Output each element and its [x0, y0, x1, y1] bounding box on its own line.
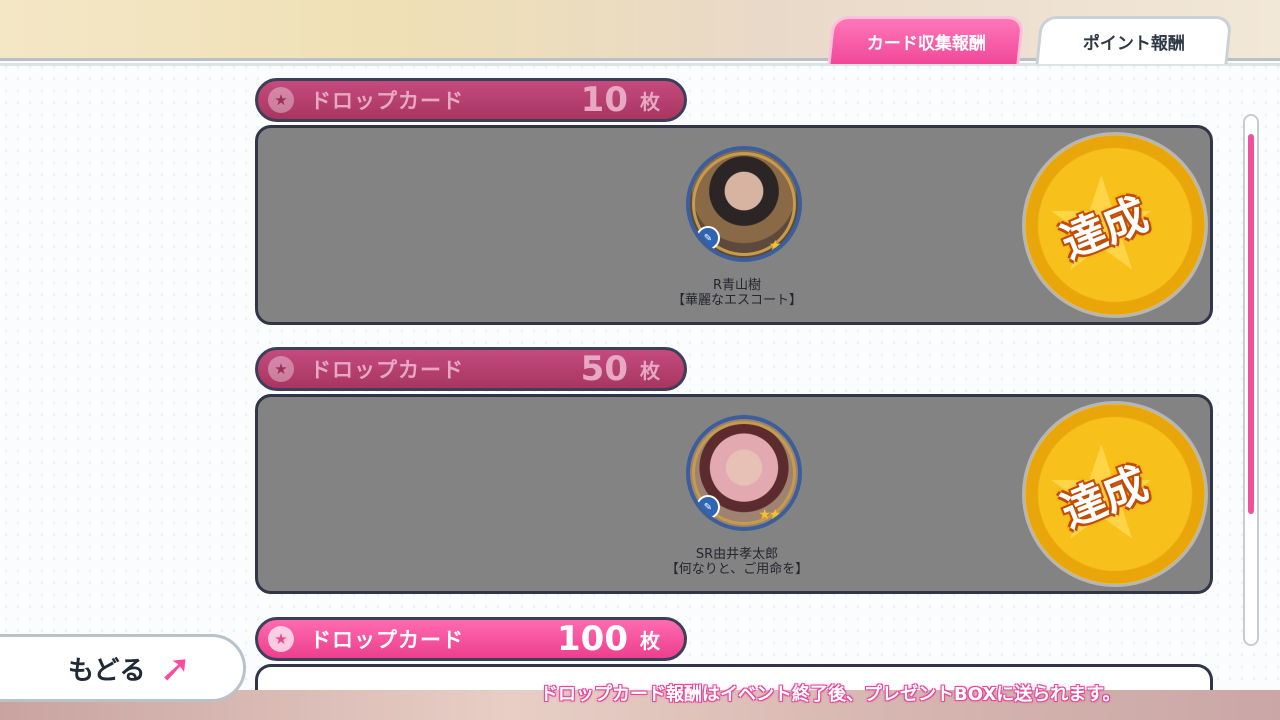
back-button-label: もどる — [68, 655, 146, 686]
section-unit: 枚 — [640, 89, 660, 114]
tab-label: カード収集報酬 — [866, 34, 986, 54]
card-avatar[interactable]: ✎ ★★ — [686, 146, 802, 262]
section-header-100: ★ ドロップカード 100 枚 — [255, 617, 687, 661]
attribute-icon: ✎ — [696, 226, 720, 250]
section-unit: 枚 — [640, 628, 660, 653]
section-header-10: ★ ドロップカード 10 枚 — [255, 78, 687, 122]
star-icon: ★ — [268, 87, 294, 113]
section-count: 50 — [580, 349, 628, 389]
rarity-stars-icon: ★★★ — [758, 507, 792, 523]
star-icon: ★ — [268, 626, 294, 652]
scrollbar-thumb[interactable] — [1248, 134, 1254, 514]
attribute-icon: ✎ — [696, 495, 720, 519]
curved-arrow-icon: ➚ — [159, 646, 192, 690]
notice-text: ドロップカード報酬はイベント終了後、プレゼントBOXに送られます。 — [540, 684, 1121, 705]
card-avatar[interactable]: ✎ ★★★ — [686, 415, 802, 531]
tab-label: ポイント報酬 — [1082, 34, 1185, 54]
section-title: ドロップカード — [310, 89, 464, 113]
section-unit: 枚 — [640, 358, 660, 383]
back-button[interactable]: もどる ➚ — [0, 634, 246, 702]
reward-card-50: ✎ ★★★ SR由井孝太郎 【何なりと、ご用命を】 ★ 達成 — [255, 394, 1213, 594]
section-title: ドロップカード — [310, 358, 464, 382]
achieved-badge: ★ 達成 — [1022, 132, 1208, 318]
tab-card-collect-reward[interactable]: カード収集報酬 — [827, 16, 1025, 64]
star-icon: ★ — [268, 356, 294, 382]
tab-point-reward[interactable]: ポイント報酬 — [1035, 16, 1233, 64]
rarity-stars-icon: ★★ — [768, 238, 792, 254]
section-count: 100 — [557, 619, 628, 659]
section-title: ドロップカード — [310, 628, 464, 652]
achieved-badge: ★ 達成 — [1022, 401, 1208, 587]
reward-card-10: ✎ ★★ R青山樹 【華麗なエスコート】 ★ 達成 — [255, 125, 1213, 325]
section-count: 10 — [580, 80, 628, 120]
scrollbar[interactable] — [1243, 114, 1259, 646]
section-header-50: ★ ドロップカード 50 枚 — [255, 347, 687, 391]
